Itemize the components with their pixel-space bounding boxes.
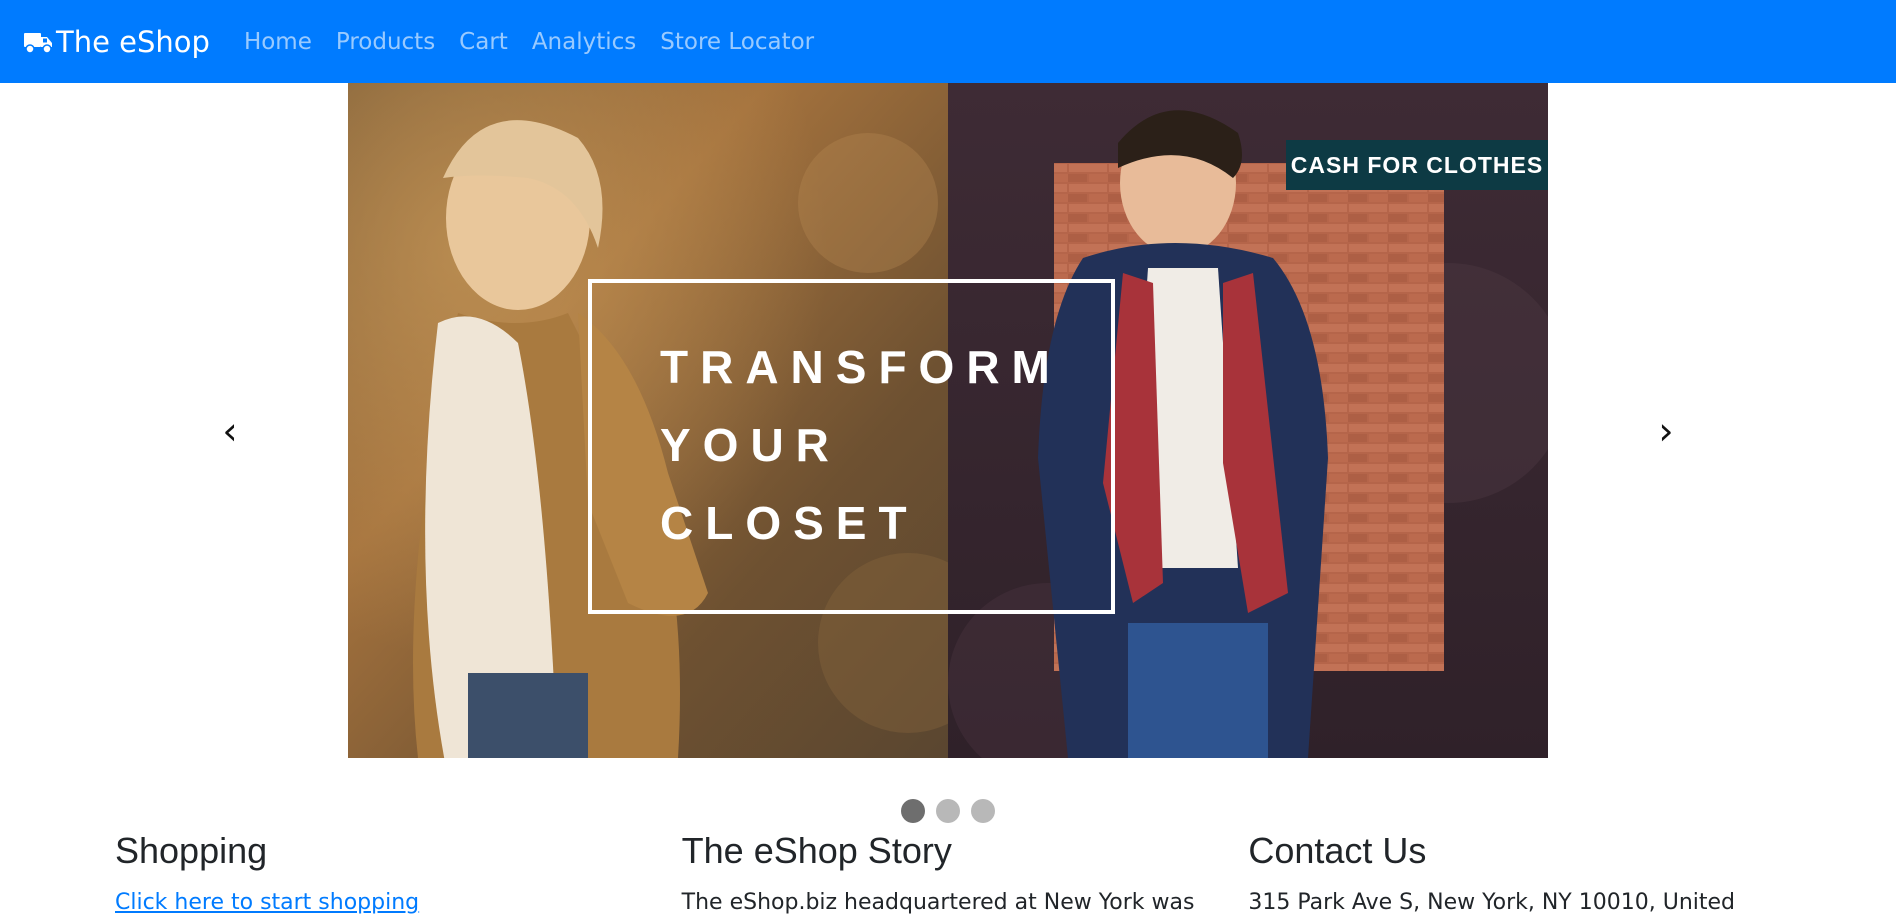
nav-home[interactable]: Home xyxy=(244,29,312,55)
nav-store-locator[interactable]: Store Locator xyxy=(660,29,814,55)
truck-icon xyxy=(24,32,52,54)
contact-section: Contact Us 315 Park Ave S, New York, NY … xyxy=(1248,830,1815,914)
nav-analytics[interactable]: Analytics xyxy=(532,29,636,55)
chevron-left-icon: ‹ xyxy=(222,409,238,453)
slide-title-line-2: YOUR xyxy=(660,419,841,471)
contact-address: 315 Park Ave S, New York, NY 10010, Unit… xyxy=(1248,890,1735,914)
story-text: The eShop.biz headquartered at New York … xyxy=(681,890,1195,914)
carousel-indicator-2[interactable] xyxy=(936,799,960,823)
story-section: The eShop Story The eShop.biz headquarte… xyxy=(682,830,1249,914)
nav-cart[interactable]: Cart xyxy=(459,29,508,55)
nav-links: Home Products Cart Analytics Store Locat… xyxy=(244,29,838,55)
story-heading: The eShop Story xyxy=(681,830,952,871)
carousel-indicator-3[interactable] xyxy=(971,799,995,823)
carousel-prev-button[interactable]: ‹ xyxy=(200,401,260,461)
info-sections: Shopping Click here to start shopping Th… xyxy=(115,830,1815,914)
top-navbar: The eShop Home Products Cart Analytics S… xyxy=(0,0,1896,83)
carousel-slide-image: TRANSFORM YOUR CLOSET CASH FOR CLOTHES xyxy=(348,83,1548,758)
cash-badge-text: CASH FOR CLOTHES xyxy=(1291,152,1543,178)
shopping-heading: Shopping xyxy=(115,830,268,871)
brand-link[interactable]: The eShop xyxy=(23,25,210,59)
contact-heading: Contact Us xyxy=(1248,830,1427,871)
shopping-section: Shopping Click here to start shopping xyxy=(115,830,682,914)
carousel-indicators xyxy=(0,799,1896,823)
slide-title-line-1: TRANSFORM xyxy=(660,341,1062,393)
carousel-indicator-1[interactable] xyxy=(901,799,925,823)
brand-name: The eShop xyxy=(56,24,210,59)
nav-products[interactable]: Products xyxy=(336,29,435,55)
carousel-next-button[interactable]: › xyxy=(1636,401,1696,461)
hero-carousel: TRANSFORM YOUR CLOSET CASH FOR CLOTHES ‹… xyxy=(0,83,1896,823)
chevron-right-icon: › xyxy=(1658,409,1674,453)
start-shopping-link[interactable]: Click here to start shopping xyxy=(115,890,419,914)
slide-title-line-3: CLOSET xyxy=(660,497,919,549)
